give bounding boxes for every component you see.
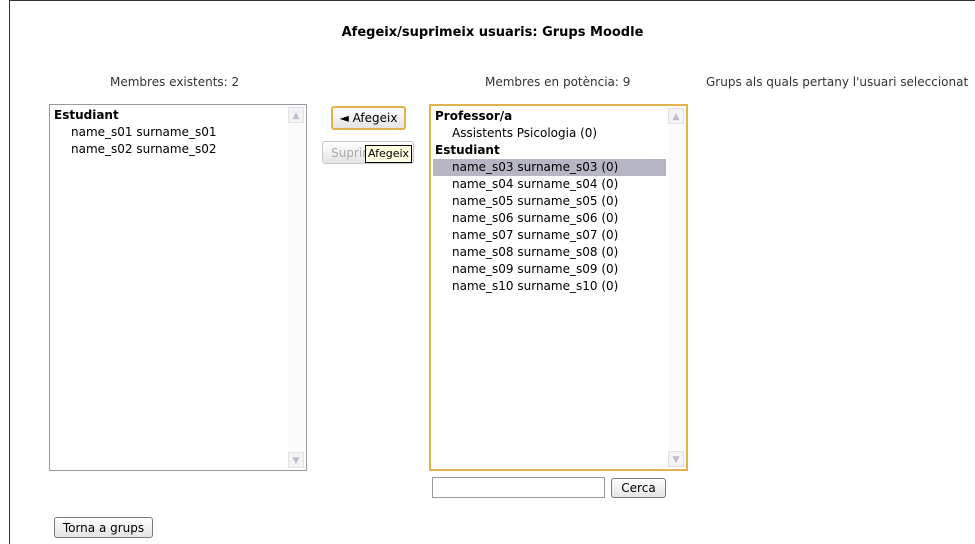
search-input[interactable] (432, 477, 605, 498)
list-option[interactable]: name_s01 surname_s01 (52, 124, 286, 141)
scroll-down-arrow-icon[interactable]: ▼ (668, 451, 684, 467)
list-option[interactable]: name_s04 surname_s04 (0) (433, 176, 666, 193)
existing-members-list[interactable]: Estudiant name_s01 surname_s01 name_s02 su… (49, 104, 307, 471)
add-tooltip: Afegeix (365, 145, 412, 163)
list-option[interactable]: name_s03 surname_s03 (0) (433, 159, 666, 176)
potential-members-list[interactable]: Professor/a Assistents Psicologia (0) Estu… (429, 104, 688, 471)
option-group-label: Professor/a (435, 109, 513, 123)
list-option[interactable]: Assistents Psicologia (0) (433, 125, 666, 142)
user-groups-label: Grups als quals pertany l'usuari selecci… (706, 75, 969, 89)
list-option[interactable]: name_s06 surname_s06 (0) (433, 210, 666, 227)
back-to-groups-button[interactable]: Torna a grups (54, 517, 153, 538)
list-option[interactable]: name_s07 surname_s07 (0) (433, 227, 666, 244)
scroll-up-arrow-icon[interactable]: ▲ (668, 108, 684, 124)
existing-members-label: Membres existents: 2 (110, 75, 240, 89)
scroll-down-arrow-icon[interactable]: ▼ (288, 452, 304, 468)
list-option[interactable]: name_s09 surname_s09 (0) (433, 261, 666, 278)
list-option[interactable]: name_s08 surname_s08 (0) (433, 244, 666, 261)
add-button[interactable]: ◄ Afegeix (331, 106, 406, 130)
search-button[interactable]: Cerca (611, 478, 666, 498)
potential-list-scrollbar[interactable]: ▲ ▼ (668, 108, 684, 467)
list-option[interactable]: name_s02 surname_s02 (52, 141, 286, 158)
page-title: Afegeix/suprimeix usuaris: Grups Moodle (341, 25, 644, 40)
existing-list-scrollbar[interactable]: ▲ ▼ (288, 107, 304, 468)
list-option[interactable]: name_s10 surname_s10 (0) (433, 278, 666, 295)
option-group-label: Estudiant (54, 108, 119, 122)
list-option[interactable]: name_s05 surname_s05 (0) (433, 193, 666, 210)
potential-members-label: Membres en potència: 9 (485, 75, 631, 89)
scroll-up-arrow-icon[interactable]: ▲ (288, 107, 304, 123)
option-group-label: Estudiant (435, 143, 500, 157)
